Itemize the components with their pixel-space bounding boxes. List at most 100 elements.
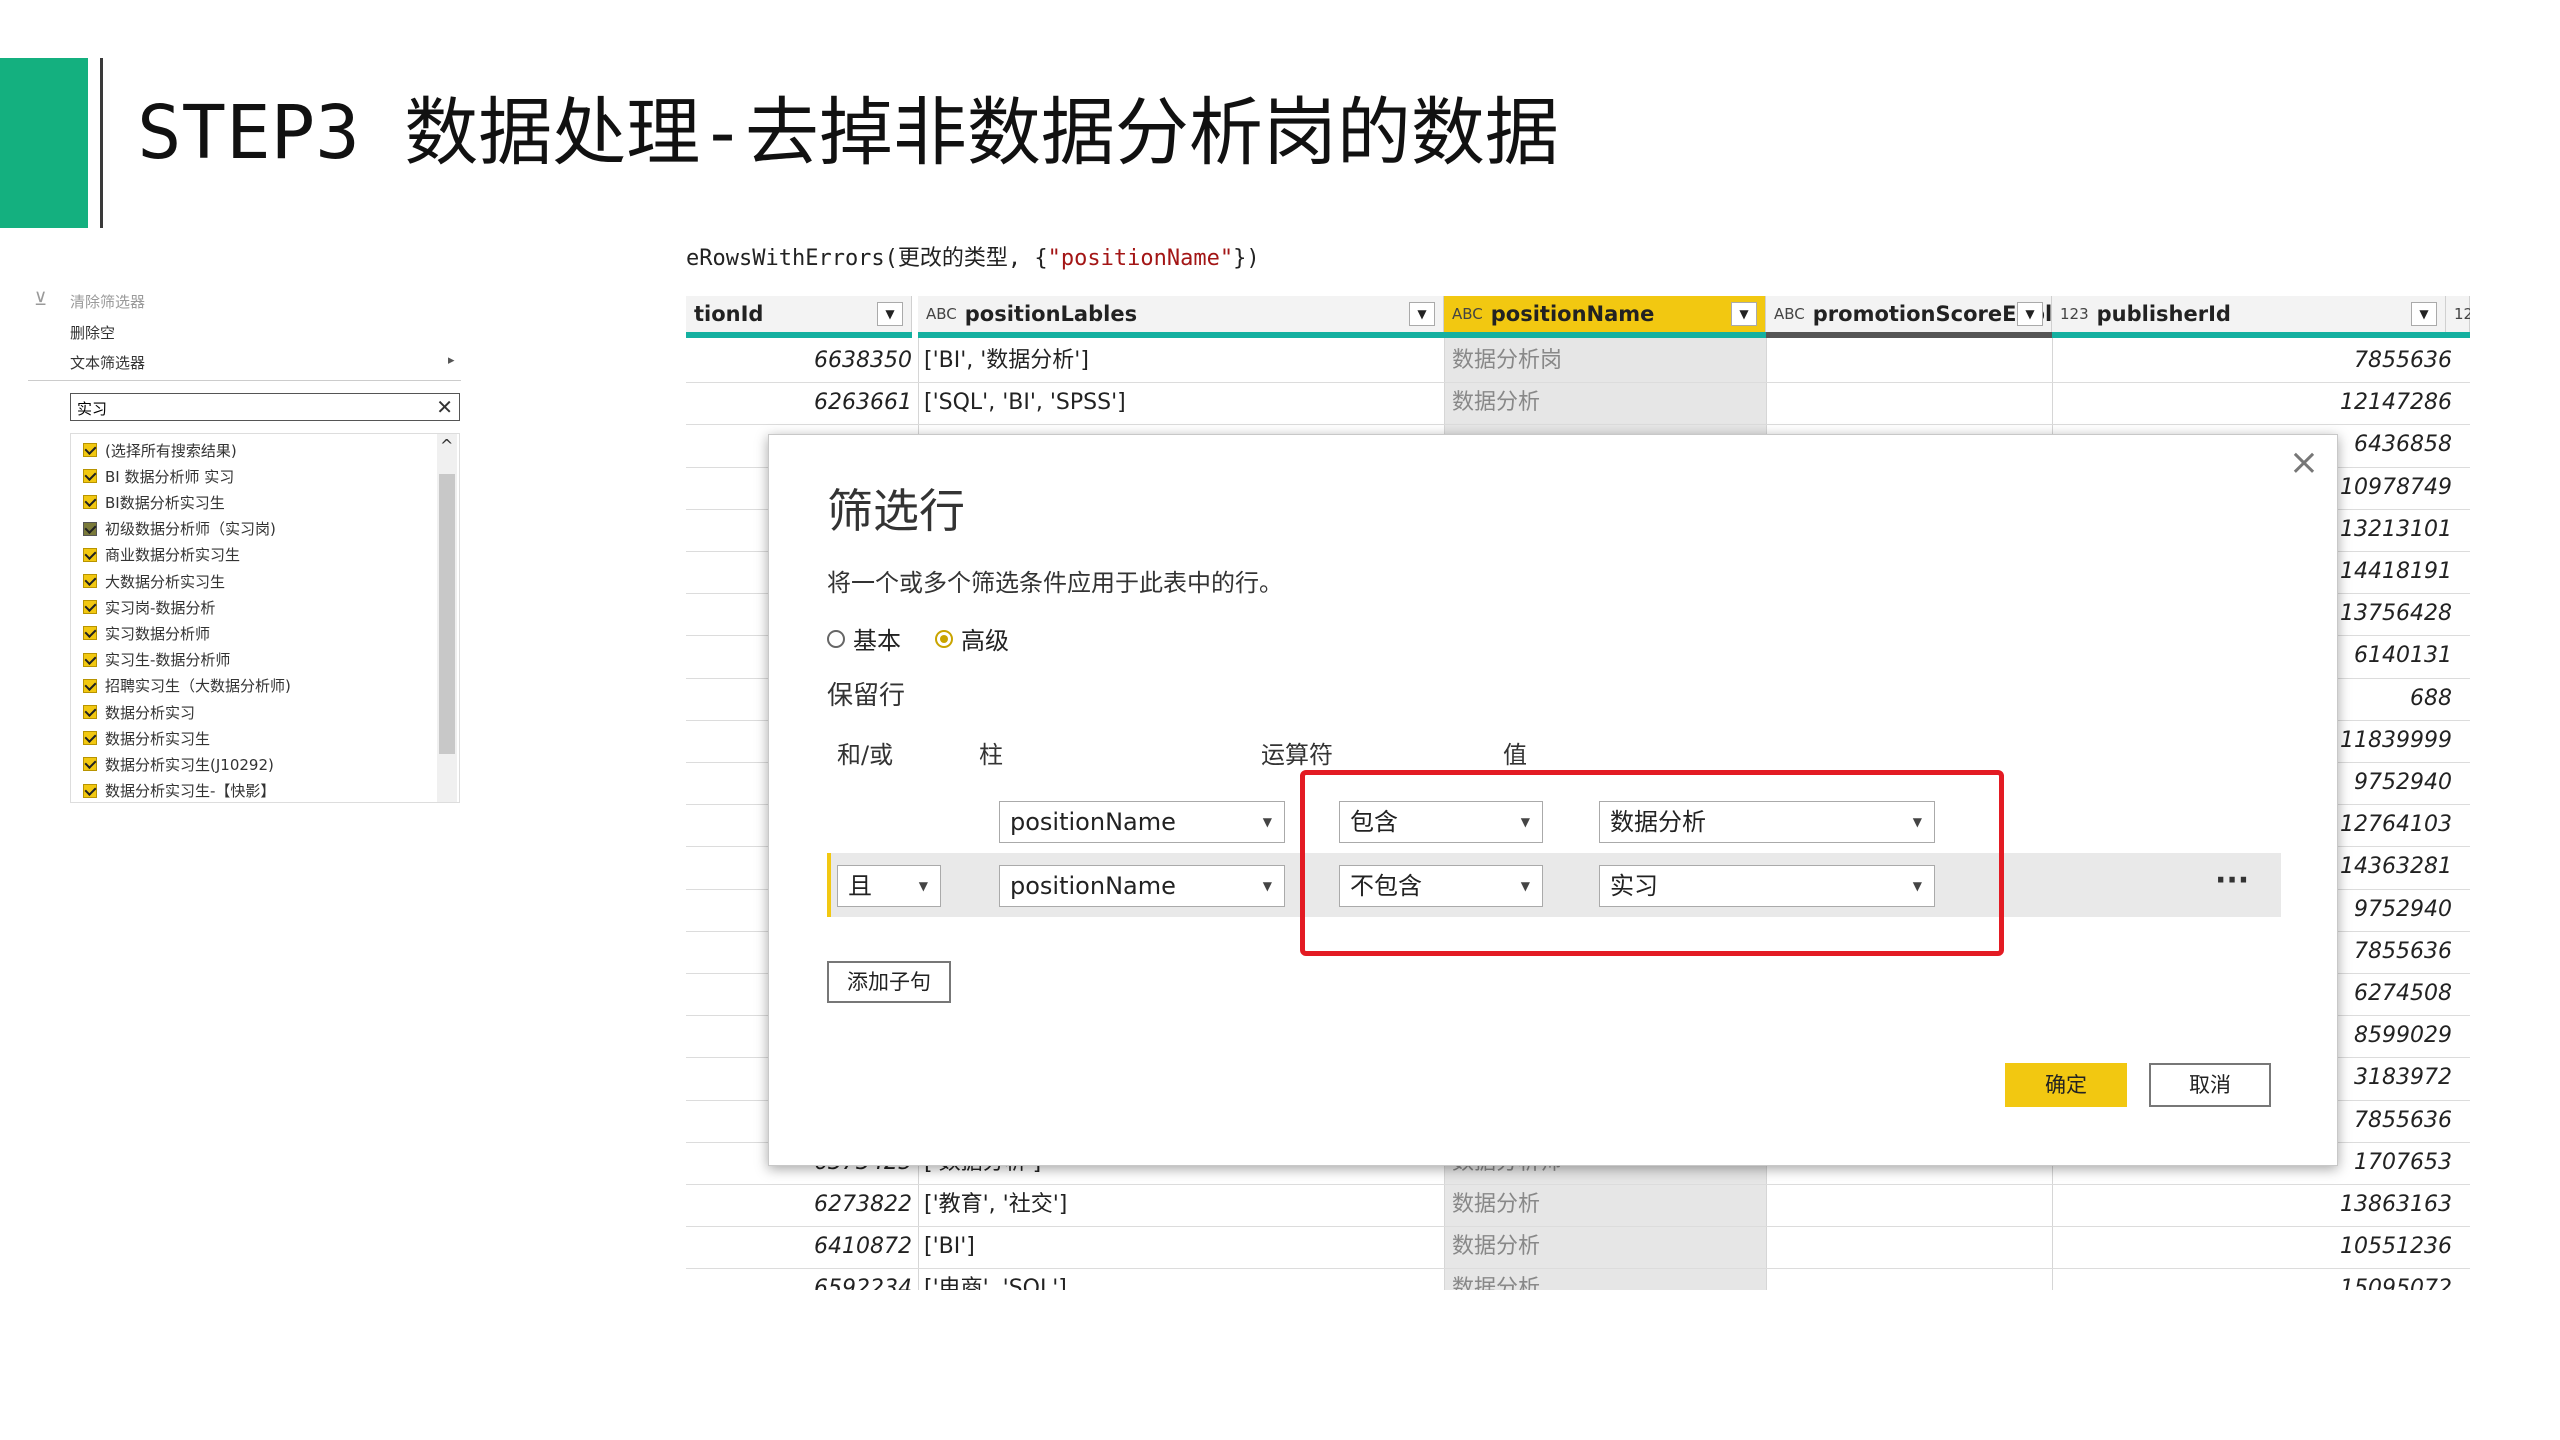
operator-column-header: 运算符 bbox=[1261, 741, 1333, 769]
filter-list-scrollbar[interactable]: ^ bbox=[437, 434, 457, 802]
checkbox-icon[interactable] bbox=[83, 521, 97, 536]
table-cell[interactable]: 12147286 bbox=[2046, 382, 2452, 424]
table-cell[interactable]: ['BI'] bbox=[924, 1226, 975, 1268]
scroll-up-icon[interactable]: ^ bbox=[440, 436, 453, 455]
remove-empty-menu-item[interactable]: 删除空 bbox=[70, 322, 115, 343]
column-type-icon[interactable]: 123 bbox=[2060, 305, 2089, 323]
filter-list-item[interactable]: BI数据分析实习生 bbox=[83, 490, 225, 514]
filter-list-item[interactable]: 数据分析实习 bbox=[83, 700, 195, 724]
table-cell[interactable]: 数据分析 bbox=[1452, 1268, 1540, 1290]
filter-panel-divider bbox=[28, 380, 461, 381]
formula-bar[interactable]: eRowsWithErrors(更改的类型, {"positionName"}) bbox=[686, 240, 1260, 272]
filter-list-item-label: 商业数据分析实习生 bbox=[105, 546, 241, 565]
column-filter-dropdown-icon[interactable]: ▼ bbox=[2411, 302, 2437, 326]
checkbox-icon[interactable] bbox=[83, 443, 97, 457]
column-header[interactable]: 12 bbox=[2446, 296, 2470, 332]
checkbox-icon[interactable] bbox=[83, 469, 97, 484]
formula-suffix: }) bbox=[1233, 246, 1260, 271]
column-type-icon[interactable]: ABC bbox=[1774, 305, 1805, 323]
checkbox-icon[interactable] bbox=[83, 652, 97, 667]
table-cell[interactable]: 6410872 bbox=[686, 1226, 912, 1268]
column-filter-dropdown-icon[interactable]: ▼ bbox=[1731, 302, 1757, 326]
ok-button[interactable]: 确定 bbox=[2005, 1063, 2127, 1107]
column-header[interactable]: 123 publisherId ▼ bbox=[2052, 296, 2446, 332]
text-filter-menu-item[interactable]: 文本筛选器 bbox=[70, 352, 145, 373]
dialog-description: 将一个或多个筛选条件应用于此表中的行。 bbox=[827, 569, 1283, 597]
table-cell[interactable]: 数据分析 bbox=[1452, 1226, 1540, 1268]
column-header[interactable]: tionId ▼ bbox=[686, 296, 912, 332]
radio-basic-icon[interactable] bbox=[827, 629, 845, 648]
checkbox-icon[interactable] bbox=[83, 783, 97, 798]
more-options-icon[interactable]: ··· bbox=[2215, 863, 2249, 898]
table-cell[interactable]: 数据分析 bbox=[1452, 1184, 1540, 1226]
table-cell[interactable]: 6638350 bbox=[686, 340, 912, 382]
checkbox-icon[interactable] bbox=[83, 495, 97, 510]
radio-advanced-icon[interactable] bbox=[935, 629, 953, 648]
add-clause-button[interactable]: 添加子句 bbox=[827, 961, 951, 1003]
table-cell[interactable]: 13863163 bbox=[2046, 1184, 2452, 1226]
formula-prefix: eRowsWithErrors(更改的类型, { bbox=[686, 246, 1048, 271]
table-cell[interactable]: 6263661 bbox=[686, 382, 912, 424]
clause2-column-select[interactable]: positionName ▼ bbox=[999, 865, 1285, 907]
checkbox-icon[interactable] bbox=[83, 731, 97, 746]
filter-list-item[interactable]: 数据分析实习生 bbox=[83, 726, 210, 750]
column-type-icon[interactable]: 12 bbox=[2454, 305, 2470, 323]
filter-search-box[interactable]: 实习 ✕ bbox=[70, 393, 460, 421]
filter-list-item[interactable]: (选择所有搜索结果) bbox=[83, 438, 237, 462]
table-cell[interactable]: 数据分析岗 bbox=[1452, 340, 1562, 382]
column-filter-dropdown-icon[interactable]: ▼ bbox=[877, 302, 903, 326]
filter-search-input[interactable]: 实习 bbox=[77, 398, 107, 419]
filter-list-item[interactable]: BI 数据分析师 实习 bbox=[83, 464, 234, 488]
checkbox-icon[interactable] bbox=[83, 547, 97, 562]
column-type-icon[interactable]: ABC bbox=[1452, 305, 1483, 323]
column-header[interactable]: ABC positionLables ▼ bbox=[918, 296, 1444, 332]
clause2-andor-select[interactable]: 且 ▼ bbox=[837, 865, 941, 907]
table-cell[interactable]: ['SQL', 'BI', 'SPSS'] bbox=[924, 382, 1126, 424]
keep-rows-label: 保留行 bbox=[827, 681, 906, 711]
column-type-icon[interactable]: ABC bbox=[926, 305, 957, 323]
checkbox-icon[interactable] bbox=[83, 626, 97, 641]
checkbox-icon[interactable] bbox=[83, 705, 97, 719]
filter-list-item-label: BI 数据分析师 实习 bbox=[105, 467, 235, 486]
checkbox-icon[interactable] bbox=[83, 678, 97, 693]
clear-filter-menu-item[interactable]: 清除筛选器 bbox=[70, 291, 145, 312]
column-header-label: tionId bbox=[694, 302, 764, 326]
filter-list-item[interactable]: 数据分析实习生(J10292) bbox=[83, 752, 274, 776]
table-cell[interactable]: ['教育', '社交'] bbox=[924, 1184, 1067, 1226]
radio-basic[interactable]: 基本 bbox=[827, 621, 901, 656]
filter-list-item-label: 数据分析实习生(J10292) bbox=[105, 755, 274, 774]
column-filter-dropdown-icon[interactable]: ▼ bbox=[1409, 302, 1435, 326]
checkbox-icon[interactable] bbox=[83, 574, 97, 588]
filter-list-item[interactable]: 初级数据分析师（实习岗) bbox=[83, 517, 276, 541]
clear-search-icon[interactable]: ✕ bbox=[436, 395, 453, 419]
table-cell[interactable]: 6592234 bbox=[686, 1268, 912, 1290]
radio-advanced[interactable]: 高级 bbox=[935, 621, 1009, 656]
filter-list-item[interactable]: 实习数据分析师 bbox=[83, 621, 210, 645]
filter-list-item[interactable]: 实习生-数据分析师 bbox=[83, 648, 230, 672]
filter-list-item[interactable]: 商业数据分析实习生 bbox=[83, 543, 240, 567]
clause1-column-value: positionName bbox=[1010, 808, 1176, 836]
filter-list-item[interactable]: 实习岗-数据分析 bbox=[83, 595, 215, 619]
red-highlight-box bbox=[1300, 770, 2004, 956]
table-cell[interactable]: 10551236 bbox=[2046, 1226, 2452, 1268]
clause1-column-select[interactable]: positionName ▼ bbox=[999, 801, 1285, 843]
checkbox-icon[interactable] bbox=[83, 757, 97, 772]
dialog-title: 筛选行 bbox=[827, 484, 965, 538]
table-cell[interactable]: 15095072 bbox=[2046, 1268, 2452, 1290]
column-header[interactable]: ABC positionName ▼ bbox=[1444, 296, 1766, 332]
scrollbar-thumb[interactable] bbox=[439, 474, 455, 754]
column-header[interactable]: ABC promotionScoreExplain ▼ bbox=[1766, 296, 2089, 332]
table-cell[interactable]: ['电商', 'SQL'] bbox=[924, 1268, 1067, 1290]
table-cell[interactable]: 7855636 bbox=[2046, 340, 2452, 382]
table-cell[interactable]: 6273822 bbox=[686, 1184, 912, 1226]
filter-list-item[interactable]: 招聘实习生（大数据分析师) bbox=[83, 674, 291, 698]
column-filter-dropdown-icon[interactable]: ▼ bbox=[2017, 302, 2043, 326]
filter-list-item[interactable]: 大数据分析实习生 bbox=[83, 569, 225, 593]
checkbox-icon[interactable] bbox=[83, 600, 97, 615]
cancel-button[interactable]: 取消 bbox=[2149, 1063, 2271, 1107]
close-icon[interactable]: × bbox=[2289, 443, 2319, 483]
table-cell[interactable]: ['BI', '数据分析'] bbox=[924, 340, 1089, 382]
radio-basic-label: 基本 bbox=[853, 627, 901, 655]
table-cell[interactable]: 数据分析 bbox=[1452, 382, 1540, 424]
filter-list-item[interactable]: 数据分析实习生-【快影】 bbox=[83, 779, 275, 802]
